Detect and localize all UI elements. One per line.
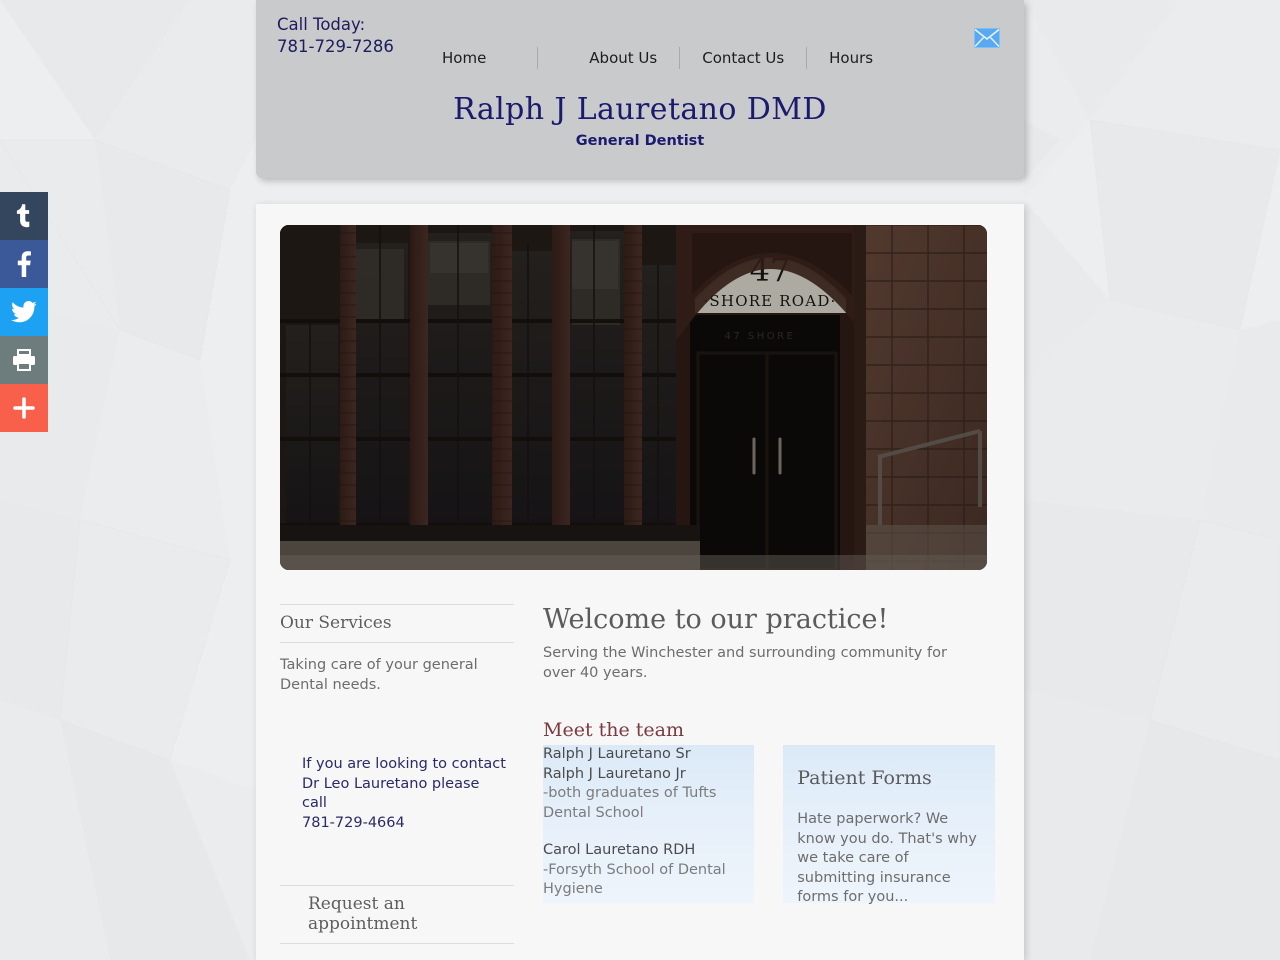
share-facebook-button[interactable]: [0, 240, 48, 288]
nav-item-home[interactable]: Home: [426, 49, 502, 67]
share-tumblr-button[interactable]: [0, 192, 48, 240]
contact-note-line-2: Dr Leo Lauretano please: [302, 775, 480, 792]
call-today-phone[interactable]: 781-729-7286: [277, 36, 394, 58]
our-services-heading-block: Our Services: [280, 604, 514, 643]
team-member-2-school: -both graduates of Tufts Dental School: [543, 785, 717, 821]
hero-building-photo: 47 ·SHORE ROAD· 47 SHORE: [280, 225, 987, 570]
team-card: Ralph J Lauretano Sr Ralph J Lauretano J…: [543, 745, 755, 903]
team-card-spacer: [543, 823, 754, 841]
nav-item-about-us[interactable]: About Us: [573, 49, 673, 67]
team-member-3-name: Carol Lauretano RDH: [543, 842, 696, 858]
nav-separator: [679, 47, 681, 69]
request-appointment-heading-block: Request an appointment: [280, 885, 514, 944]
our-services-body: Taking care of your general Dental needs…: [280, 657, 478, 693]
left-sidebar-column: Our Services Taking care of your general…: [280, 604, 514, 944]
contact-note-line-1: If you are looking to contact: [302, 756, 506, 772]
nav-separator: [537, 47, 539, 69]
call-today-label: Call Today:: [277, 15, 366, 34]
contact-note-phone[interactable]: 781-729-4664: [302, 814, 514, 834]
patient-forms-body: Hate paperwork? We know you do. That's w…: [797, 811, 977, 905]
facebook-icon: [17, 251, 31, 277]
plus-icon: [13, 397, 35, 419]
team-member-1-name: Ralph J Lauretano Sr: [543, 746, 691, 762]
printer-icon: [12, 349, 36, 371]
request-appointment-block[interactable]: Request an appointment: [280, 885, 514, 944]
site-header: Call Today: 781-729-7286 Home About Us C…: [256, 0, 1024, 178]
cards-row: Ralph J Lauretano Sr Ralph J Lauretano J…: [543, 745, 995, 905]
share-twitter-button[interactable]: [0, 288, 48, 336]
patient-forms-title: Patient Forms: [797, 767, 932, 789]
our-services-heading: Our Services: [280, 613, 392, 633]
contact-dr-leo-note: If you are looking to contact Dr Leo Lau…: [302, 755, 514, 833]
page-title: Ralph J Lauretano DMD: [453, 92, 827, 127]
email-us-button[interactable]: [974, 28, 1000, 48]
right-main-column: Welcome to our practice! Serving the Win…: [543, 604, 995, 905]
nav-separator: [806, 47, 808, 69]
nav-item-contact-us[interactable]: Contact Us: [686, 49, 800, 67]
social-share-rail: [0, 192, 48, 432]
main-content-panel: 47 ·SHORE ROAD· 47 SHORE Our Services Ta…: [256, 204, 1024, 960]
envelope-icon: [974, 28, 1000, 52]
twitter-icon: [11, 301, 37, 323]
team-member-2-name: Ralph J Lauretano Jr: [543, 765, 686, 782]
share-more-button[interactable]: [0, 384, 48, 432]
page-subtitle: General Dentist: [575, 133, 705, 149]
request-appointment-heading: Request an appointment: [308, 894, 418, 934]
contact-note-line-3: call: [302, 795, 327, 811]
patient-forms-card[interactable]: Patient Forms Hate paperwork? We know yo…: [783, 745, 995, 905]
meet-the-team-heading: Meet the team: [543, 719, 684, 741]
call-today-block: Call Today: 781-729-7286: [277, 14, 394, 58]
welcome-heading: Welcome to our practice!: [543, 604, 889, 635]
tumblr-icon: [14, 204, 34, 228]
nav-item-hours[interactable]: Hours: [813, 49, 889, 67]
share-print-button[interactable]: [0, 336, 48, 384]
welcome-body: Serving the Winchester and surrounding c…: [543, 645, 947, 681]
team-member-3-school: -Forsyth School of Dental Hygiene: [543, 861, 726, 898]
main-navigation: Home About Us Contact Us Hours: [426, 47, 889, 69]
